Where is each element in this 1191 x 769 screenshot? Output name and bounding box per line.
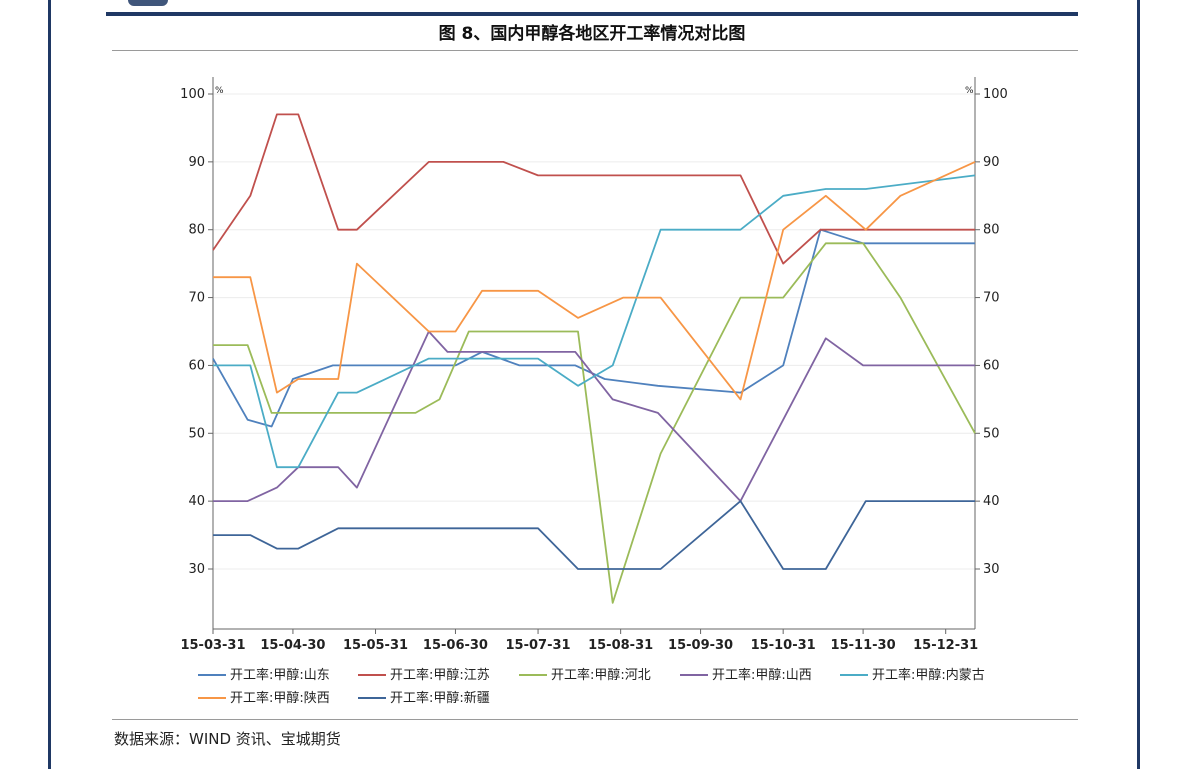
chart-series (212, 113, 976, 604)
x-tick-label: 15-11-30 (831, 638, 896, 653)
x-tick-label: 15-05-31 (343, 638, 408, 653)
chart-legend: 开工率:甲醇:山东 开工率:甲醇:江苏 开工率:甲醇:河北 开工率:甲醇:山西 开工率:… (198, 667, 985, 706)
y-tick-label-right: 50 (983, 426, 1000, 441)
legend-label: 开工率:甲醇:河北 (551, 667, 651, 683)
line-chart: 30 30 40 40 50 50 60 60 70 70 80 80 90 90 100 100% % 15-0… (180, 77, 1008, 706)
series-line-7 (213, 500, 975, 570)
y-tick-label-left: 50 (188, 426, 205, 441)
x-tick-label: 15-06-30 (423, 638, 488, 653)
y-tick-label-left: 60 (188, 358, 205, 373)
y-tick-label-left: 80 (188, 223, 205, 238)
legend-label: 开工率:甲醇:新疆 (390, 690, 490, 706)
y-unit-right: % (965, 86, 974, 96)
y-tick-label-left: 100 (180, 87, 205, 102)
legend-label: 开工率:甲醇:山西 (712, 667, 812, 683)
x-tick-label: 15-12-31 (913, 638, 978, 653)
series-line-1 (212, 228, 975, 428)
y-tick-label-right: 90 (983, 155, 1000, 170)
x-tick-label: 15-03-31 (180, 638, 245, 653)
source-note: 数据来源：WIND 资讯、宝城期货 (114, 730, 341, 748)
legend-label: 开工率:甲醇:内蒙古 (872, 667, 985, 683)
y-tick-label-left: 30 (188, 562, 205, 577)
y-tick-label-right: 30 (983, 562, 1000, 577)
y-tick-label-right: 80 (983, 223, 1000, 238)
y-tick-label-right: 70 (983, 291, 1000, 306)
y-tick-label-right: 60 (983, 358, 1000, 373)
y-tick-label-left: 90 (188, 155, 205, 170)
legend-label: 开工率:甲醇:江苏 (390, 667, 490, 683)
series-line-4 (213, 330, 975, 503)
source-divider (112, 719, 1078, 720)
legend-label: 开工率:甲醇:陕西 (230, 690, 330, 706)
x-tick-label: 15-09-30 (668, 638, 733, 653)
series-line-5 (213, 174, 976, 469)
x-tick-label: 15-08-31 (588, 638, 653, 653)
chart-gridlines (213, 93, 975, 570)
y-tick-label-left: 70 (188, 291, 205, 306)
y-tick-label-right: 40 (983, 494, 1000, 509)
x-tick-label: 15-10-31 (751, 638, 816, 653)
x-tick-label: 15-07-31 (506, 638, 571, 653)
x-tick-label: 15-04-30 (260, 638, 325, 653)
y-tick-label-right: 100 (983, 87, 1008, 102)
y-unit-left: % (215, 86, 224, 96)
y-tick-label-left: 40 (188, 494, 205, 509)
legend-label: 开工率:甲醇:山东 (230, 667, 330, 683)
